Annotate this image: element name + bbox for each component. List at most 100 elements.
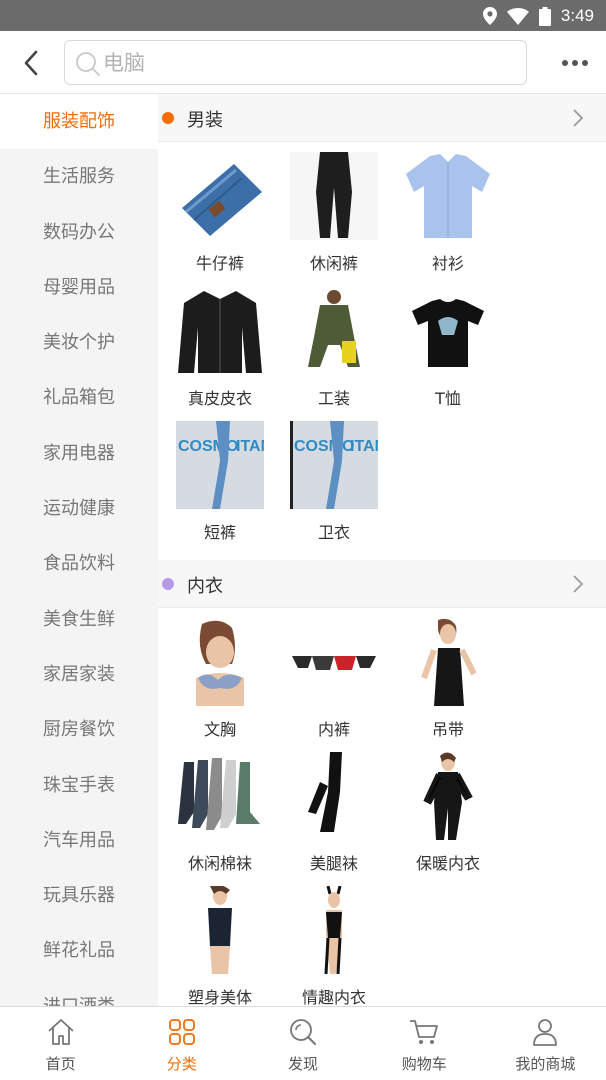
tab-label: 购物车 [401,1055,447,1073]
more-button[interactable] [555,49,595,77]
shapewear-image [176,886,264,974]
category-content[interactable]: 男装 牛仔裤 休闲裤 衬衫 真皮皮衣 工装 T恤 COSMO ITA 短裤 CO… [158,94,606,1006]
sidebar-item-home[interactable]: 家居家装 [0,647,158,702]
product-leather-jacket[interactable]: 真皮皮衣 [170,287,270,417]
product-label: T恤 [435,389,461,408]
hoodie-image: COSMO ITAN [290,421,378,509]
sidebar-item-jewelry[interactable]: 珠宝手表 [0,758,158,813]
product-hoodie[interactable]: COSMO ITAN 卫衣 [284,421,384,551]
thermal-underwear-image [404,752,492,840]
back-button[interactable] [14,47,48,79]
product-thermal-underwear[interactable]: 保暖内衣 [398,752,498,882]
tab-discover[interactable]: 发现 [242,1007,363,1080]
section-title: 男装 [187,110,223,131]
tab-label: 发现 [288,1055,319,1073]
product-label: 美腿袜 [309,854,358,873]
location-icon [482,7,497,25]
sidebar-item-appliances[interactable]: 家用电器 [0,426,158,481]
product-grid-menswear: 牛仔裤 休闲裤 衬衫 真皮皮衣 工装 T恤 COSMO ITA 短裤 COSMO… [158,142,606,560]
product-label: 吊带 [431,720,464,739]
bra-image [176,618,264,706]
product-lingerie[interactable]: 情趣内衣 [284,886,384,1006]
leather-jacket-image [176,287,264,375]
jeans-image [176,152,264,240]
product-label: 文胸 [203,720,236,739]
bottom-tab-bar: 首页 分类 发现 购物车 我的商城 [0,1006,606,1080]
lingerie-image [290,886,378,974]
tab-home[interactable]: 首页 [0,1007,121,1080]
section-header-underwear[interactable]: 内衣 [158,560,606,608]
search-input[interactable] [103,47,513,79]
product-tshirt[interactable]: T恤 [398,287,498,417]
shorts-image: COSMO ITAN [176,421,264,509]
sidebar-item-baby[interactable]: 母婴用品 [0,260,158,315]
sidebar-item-gifts-bags[interactable]: 礼品箱包 [0,370,158,425]
product-shapewear[interactable]: 塑身美体 [170,886,270,1006]
cart-icon [410,1020,439,1044]
product-label: 塑身美体 [187,988,252,1006]
product-stockings[interactable]: 美腿袜 [284,752,384,882]
sidebar-item-beauty[interactable]: 美妆个护 [0,315,158,370]
product-shirt[interactable]: 衬衫 [398,152,498,282]
product-workwear[interactable]: 工装 [284,287,384,417]
product-shorts[interactable]: COSMO ITAN 短裤 [170,421,270,551]
chevron-right-icon [573,575,584,593]
tab-cart[interactable]: 购物车 [364,1007,485,1080]
sidebar-item-kitchen[interactable]: 厨房餐饮 [0,702,158,757]
product-label: 内裤 [317,720,350,739]
product-label: 休闲裤 [309,254,358,273]
status-bar: 3:49 [0,0,606,31]
svg-text:COSMO: COSMO [178,438,238,455]
product-camisole[interactable]: 吊带 [398,618,498,748]
product-label: 卫衣 [317,523,350,542]
socks-image [176,752,264,840]
product-socks[interactable]: 休闲棉袜 [170,752,270,882]
category-sidebar[interactable]: 服装配饰 生活服务 数码办公 母婴用品 美妆个护 礼品箱包 家用电器 运动健康 … [0,94,158,1006]
section-title: 内衣 [187,576,223,597]
casual-pants-image [290,152,378,240]
profile-icon [533,1019,558,1046]
product-label: 保暖内衣 [415,854,480,873]
tab-my-mall[interactable]: 我的商城 [485,1007,606,1080]
section-dot [162,578,174,590]
search-icon [76,52,100,76]
sidebar-item-food-drink[interactable]: 食品饮料 [0,536,158,591]
discover-icon [290,1019,316,1045]
sidebar-item-apparel[interactable]: 服装配饰 [0,94,158,150]
sidebar-item-sports[interactable]: 运动健康 [0,481,158,536]
product-underwear[interactable]: 内裤 [284,618,384,748]
tshirt-image [404,287,492,375]
tab-label: 首页 [45,1055,76,1073]
home-icon [47,1019,74,1045]
product-label: 情趣内衣 [301,988,366,1006]
section-dot [162,112,174,124]
back-arrow-icon [24,50,38,76]
chevron-right-icon [573,109,584,127]
section-header-menswear[interactable]: 男装 [158,94,606,142]
sidebar-item-digital-office[interactable]: 数码办公 [0,205,158,260]
sidebar-item-toys[interactable]: 玩具乐器 [0,868,158,923]
product-grid-underwear: 文胸 内裤 吊带 休闲棉袜 美腿袜 保暖内衣 塑身美体 情趣内衣 [158,608,606,1006]
status-time: 3:49 [560,6,594,25]
svg-text:COSMO: COSMO [294,438,354,455]
svg-text:ITAN: ITAN [236,438,264,455]
sidebar-item-auto[interactable]: 汽车用品 [0,813,158,868]
sidebar-item-fresh-food[interactable]: 美食生鲜 [0,592,158,647]
camisole-image [404,618,492,706]
sidebar-item-flowers[interactable]: 鲜花礼品 [0,923,158,978]
more-dots-icon [562,60,588,66]
product-bra[interactable]: 文胸 [170,618,270,748]
tab-category[interactable]: 分类 [121,1007,242,1080]
product-label: 休闲棉袜 [187,854,252,873]
search-box[interactable] [64,40,527,85]
product-jeans[interactable]: 牛仔裤 [170,152,270,282]
category-icon [168,1019,195,1045]
product-casual-pants[interactable]: 休闲裤 [284,152,384,282]
sidebar-item-life-services[interactable]: 生活服务 [0,149,158,204]
workwear-image [290,287,378,375]
shirt-image [404,152,492,240]
stockings-image [290,752,378,840]
product-label: 短裤 [203,523,236,542]
product-label: 真皮皮衣 [187,389,252,408]
sidebar-item-imported-wine[interactable]: 进口酒类 [0,979,158,1006]
